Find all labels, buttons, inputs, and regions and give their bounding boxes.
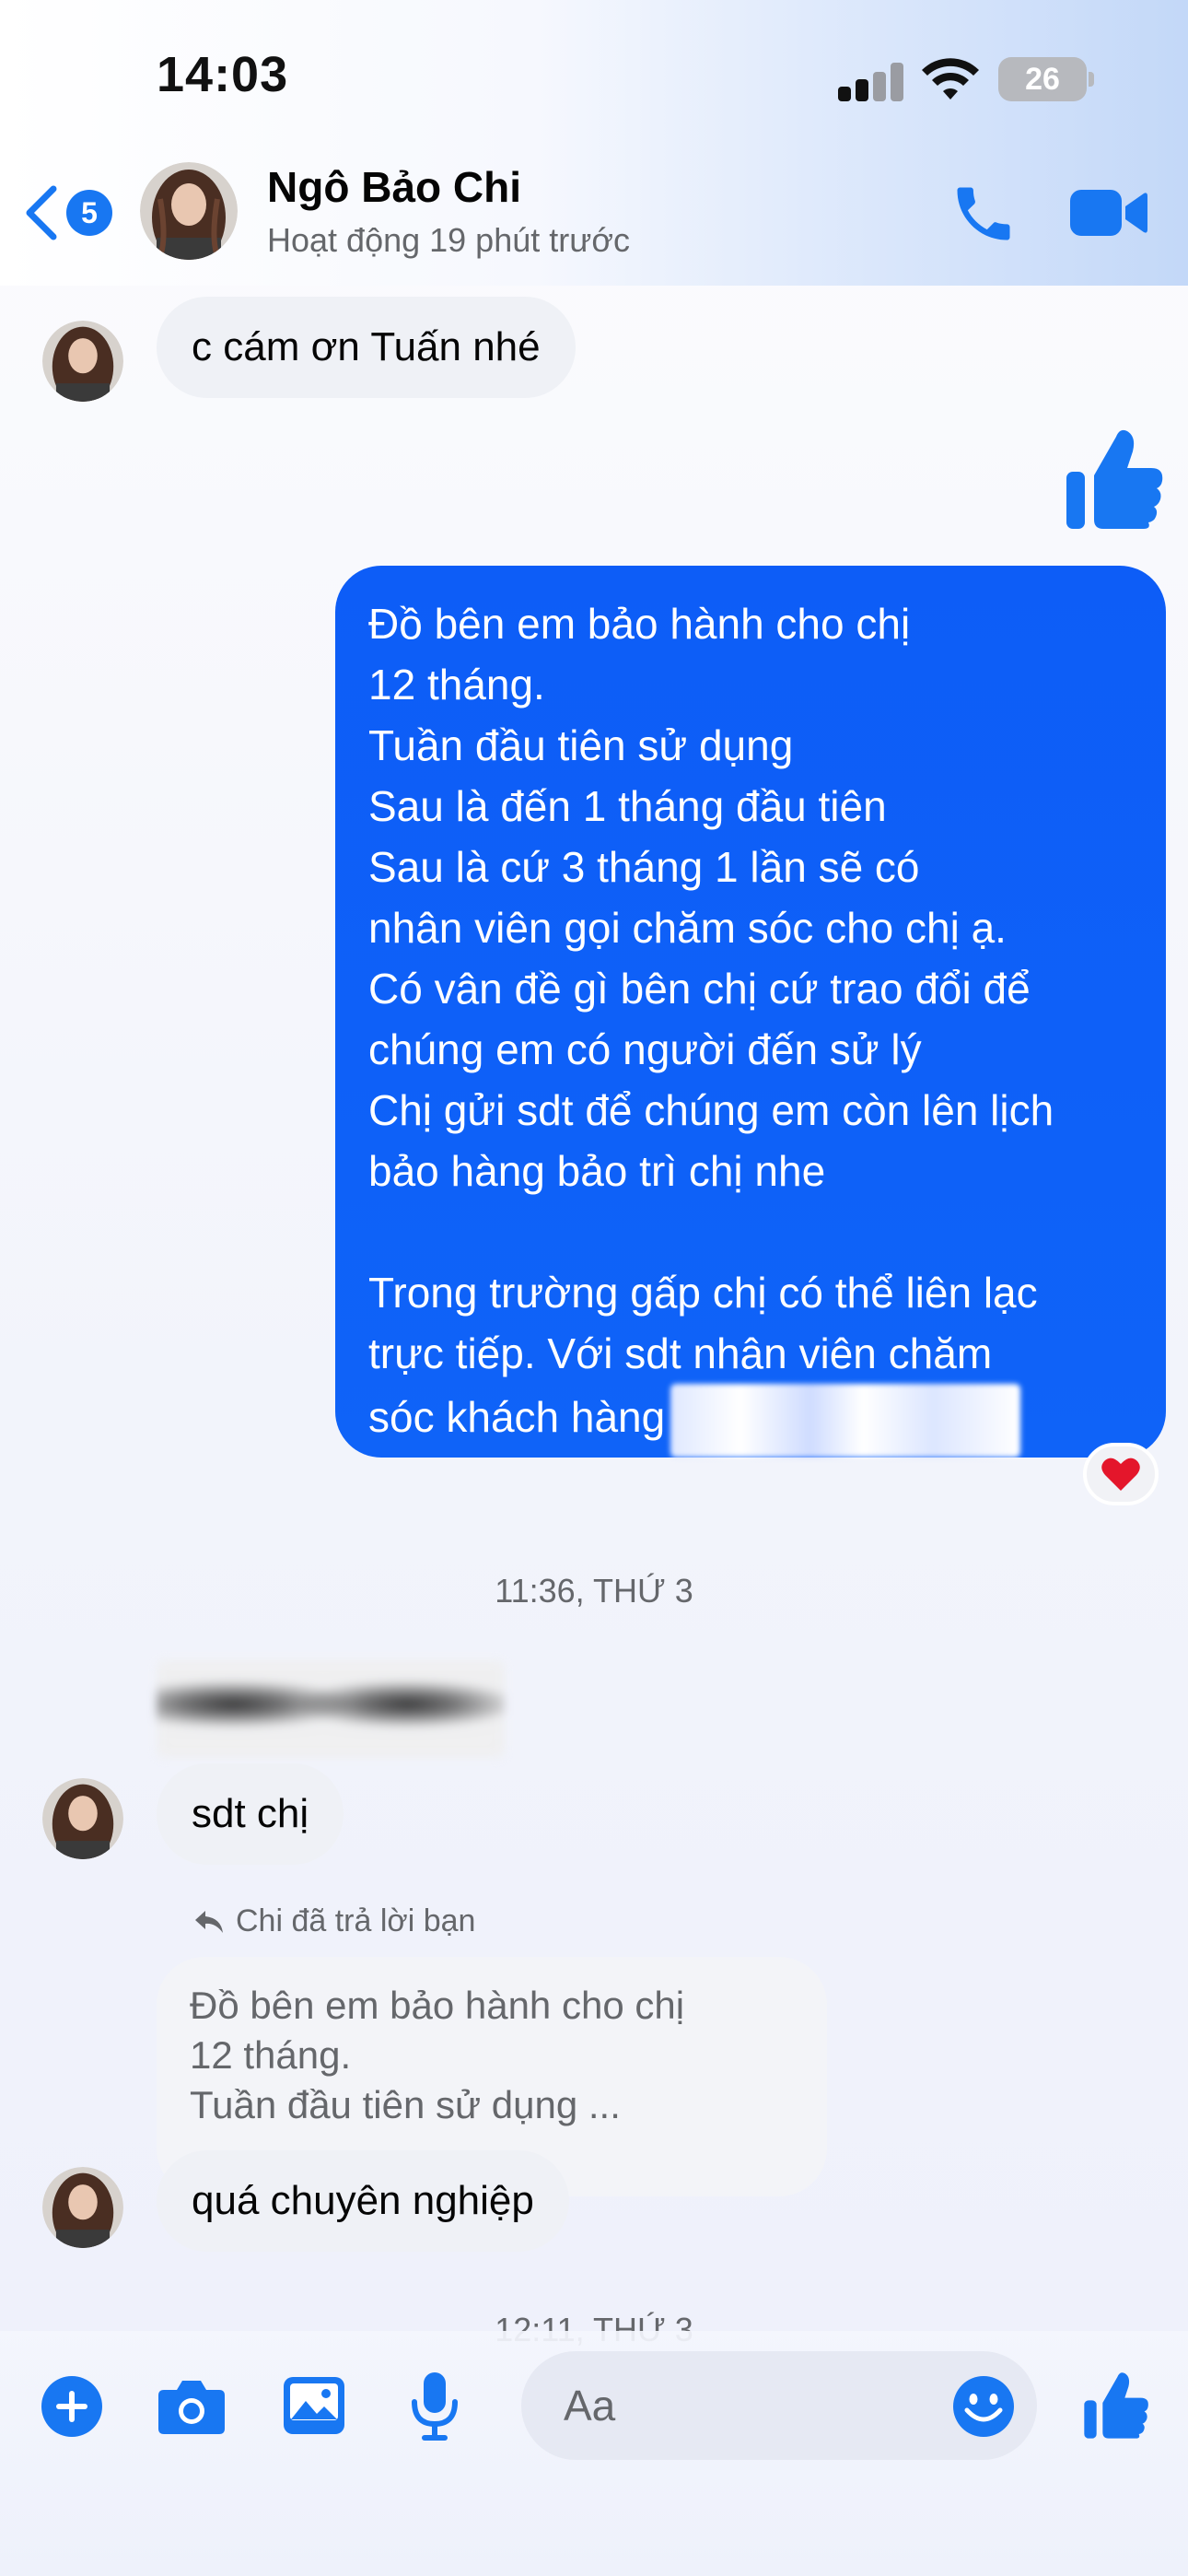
outgoing-line: trực tiếp. Với sdt nhân viên chăm bbox=[368, 1329, 993, 1377]
gallery-icon bbox=[284, 2377, 344, 2434]
phone-icon[interactable] bbox=[949, 179, 1019, 249]
heart-icon bbox=[1101, 1458, 1140, 1491]
sender-avatar[interactable] bbox=[42, 2167, 123, 2248]
camera-button[interactable] bbox=[157, 2375, 227, 2438]
contact-active-status: Hoạt động 19 phút trước bbox=[267, 221, 630, 259]
sender-avatar[interactable] bbox=[42, 321, 123, 402]
reply-label-text: Chi đã trả lời bạn bbox=[236, 1903, 476, 1938]
wifi-icon bbox=[922, 58, 979, 100]
outgoing-line: nhân viên gọi chăm sóc cho chị ạ. bbox=[368, 904, 1007, 952]
reply-indicator: Chi đã trả lời bạn bbox=[193, 1903, 475, 1939]
outgoing-line-with-redaction: sóc khách hàng bbox=[368, 1384, 1133, 1458]
outgoing-line: Sau là cứ 3 tháng 1 lần sẽ có bbox=[368, 843, 920, 891]
thumbs-up-icon bbox=[1084, 2372, 1148, 2439]
camera-icon bbox=[158, 2381, 225, 2434]
incoming-message[interactable]: sdt chị bbox=[157, 1763, 344, 1865]
microphone-icon bbox=[412, 2372, 458, 2441]
contact-avatar[interactable] bbox=[140, 162, 238, 260]
microphone-button[interactable] bbox=[409, 2370, 460, 2443]
thumbs-up-icon[interactable] bbox=[1065, 426, 1164, 531]
incoming-message[interactable]: c cám ơn Tuấn nhé bbox=[157, 297, 576, 398]
timestamp-divider: 11:36, THỨ 3 bbox=[495, 1572, 693, 1610]
outgoing-line: Có vân đề gì bên chị cứ trao đổi để bbox=[368, 965, 1031, 1013]
video-camera-icon[interactable] bbox=[1068, 184, 1147, 241]
back-button[interactable]: 5 bbox=[20, 181, 122, 245]
quoted-line: Tuần đầu tiên sử dụng ... bbox=[190, 2083, 621, 2126]
redacted-phone-number bbox=[670, 1384, 1021, 1458]
gallery-button[interactable] bbox=[282, 2373, 346, 2438]
contact-name[interactable]: Ngô Bảo Chi bbox=[267, 162, 521, 212]
outgoing-message[interactable]: Đồ bên em bảo hành cho chị 12 tháng. Tuầ… bbox=[335, 566, 1166, 1458]
plus-button[interactable] bbox=[41, 2375, 103, 2438]
blurred-sticker-image[interactable] bbox=[157, 1660, 505, 1758]
outgoing-line: Trong trường gấp chị có thể liên lạc bbox=[368, 1269, 1038, 1317]
outgoing-line-text: sóc khách hàng bbox=[368, 1393, 666, 1442]
emoji-button[interactable] bbox=[952, 2375, 1015, 2438]
sender-avatar[interactable] bbox=[42, 1778, 123, 1859]
plus-icon bbox=[41, 2376, 102, 2437]
cellular-signal-icon bbox=[838, 61, 904, 101]
status-time: 14:03 bbox=[157, 47, 289, 102]
outgoing-line: Chị gửi sdt để chúng em còn lên lịch bbox=[368, 1086, 1054, 1134]
quoted-line: Đồ bên em bảo hành cho chị bbox=[190, 1984, 685, 2027]
battery-cap bbox=[1089, 72, 1094, 87]
emoji-icon bbox=[953, 2376, 1014, 2437]
outgoing-line: Tuần đầu tiên sử dụng bbox=[368, 721, 794, 769]
incoming-message[interactable]: quá chuyên nghiệp bbox=[157, 2150, 569, 2252]
back-chevron-icon bbox=[26, 185, 57, 240]
outgoing-line: Sau là đến 1 tháng đầu tiên bbox=[368, 782, 887, 830]
reply-arrow-icon bbox=[195, 1910, 223, 1933]
outgoing-line: 12 tháng. bbox=[368, 661, 545, 708]
message-reaction[interactable] bbox=[1083, 1443, 1159, 1505]
outgoing-line: chúng em có người đến sử lý bbox=[368, 1025, 922, 1073]
outgoing-line: bảo hàng bảo trì chị nhe bbox=[368, 1147, 826, 1195]
quoted-line: 12 tháng. bbox=[190, 2033, 352, 2077]
outgoing-line: Đồ bên em bảo hành cho chị bbox=[368, 600, 911, 648]
battery-indicator: 26 bbox=[998, 57, 1087, 101]
unread-count-badge: 5 bbox=[66, 190, 112, 236]
send-like-button[interactable] bbox=[1083, 2368, 1149, 2441]
